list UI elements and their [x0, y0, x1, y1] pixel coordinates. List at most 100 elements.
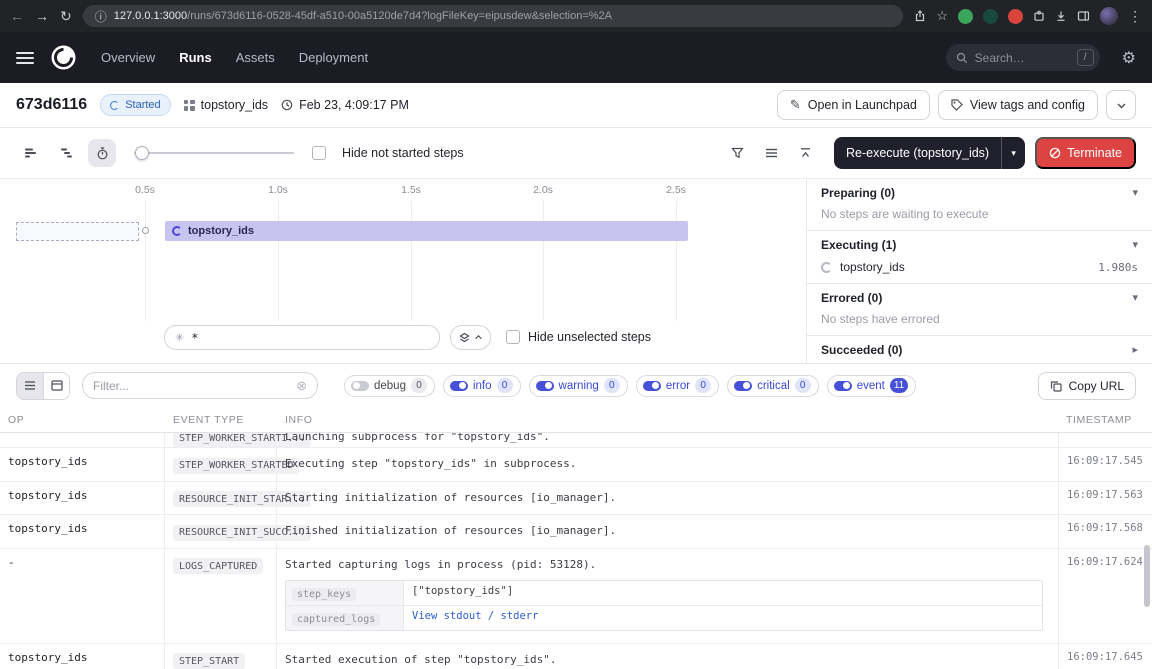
- level-filter-debug[interactable]: debug0: [344, 375, 435, 397]
- selector-syntax-icon: ✳: [175, 331, 184, 344]
- global-search[interactable]: /: [946, 44, 1100, 71]
- spinner-icon: [821, 262, 832, 273]
- step-selector-input[interactable]: ✳: [164, 325, 440, 350]
- reexecute-split-button[interactable]: Re-execute (topstory_ids) ▾: [834, 137, 1025, 169]
- level-filter-error[interactable]: error0: [636, 375, 719, 397]
- zoom-slider[interactable]: [134, 139, 294, 167]
- browser-menu-icon[interactable]: ⋮: [1128, 8, 1142, 25]
- log-row[interactable]: topstory_idsSTEP_WORKER_STARTEDExecuting…: [0, 448, 1152, 482]
- step-filter-input[interactable]: [191, 331, 429, 345]
- layers-icon: [459, 332, 470, 343]
- raw-log-view-button[interactable]: [43, 373, 69, 399]
- level-filter-critical[interactable]: critical0: [727, 375, 819, 397]
- level-filter-info[interactable]: info0: [443, 375, 521, 397]
- job-name-chip[interactable]: topstory_ids: [184, 98, 268, 112]
- chevron-right-icon: ▸: [1132, 343, 1138, 356]
- collapse-all-icon[interactable]: [792, 139, 820, 167]
- gantt-timed-view-button[interactable]: [88, 139, 116, 167]
- log-table-body: STEP_WORKER_STARTI...Launching subproces…: [0, 433, 1152, 669]
- extensions-puzzle-icon[interactable]: [1033, 10, 1045, 22]
- log-row[interactable]: topstory_idsRESOURCE_INIT_STAR...Startin…: [0, 482, 1152, 516]
- hide-not-started-checkbox[interactable]: [312, 146, 326, 160]
- log-op-cell: topstory_ids: [0, 644, 165, 669]
- log-filter-input-wrap[interactable]: ⊗: [82, 372, 318, 399]
- status-section-header[interactable]: Succeeded (0)▸: [807, 336, 1152, 363]
- share-icon[interactable]: [914, 10, 926, 22]
- stdout-stderr-link[interactable]: View stdout / stderr: [404, 606, 1042, 630]
- status-section-header[interactable]: Preparing (0)▾: [807, 179, 1152, 206]
- metadata-key-chip: captured_logs: [292, 613, 380, 626]
- open-in-launchpad-button[interactable]: ✎ Open in Launchpad: [777, 90, 930, 120]
- count-badge: 0: [411, 378, 427, 393]
- status-section-header[interactable]: Errored (0)▾: [807, 284, 1152, 311]
- nav-item-assets[interactable]: Assets: [236, 50, 275, 65]
- log-row[interactable]: -LOGS_CAPTUREDStarted capturing logs in …: [0, 549, 1152, 644]
- log-event-type-cell: STEP_WORKER_STARTED: [165, 448, 277, 481]
- dagster-logo[interactable]: [50, 44, 77, 71]
- structured-log-view-button[interactable]: [17, 373, 43, 399]
- row-view-icon[interactable]: [758, 139, 786, 167]
- settings-gear-icon[interactable]: ⚙: [1122, 48, 1136, 68]
- nav-items: Overview Runs Assets Deployment: [101, 50, 368, 65]
- status-section: Succeeded (0)▸: [807, 336, 1152, 363]
- gantt-toolbar: Hide not started steps Re-execute (topst…: [0, 128, 1152, 178]
- downloads-icon[interactable]: [1055, 10, 1067, 22]
- site-info-icon[interactable]: ⓘ: [95, 8, 107, 25]
- minimap-viewport[interactable]: [16, 222, 139, 241]
- extension-icon-red[interactable]: [1008, 9, 1023, 24]
- slider-knob[interactable]: [135, 146, 149, 160]
- count-badge: 0: [604, 378, 620, 393]
- executing-step-row[interactable]: topstory_ids1.980s: [807, 258, 1152, 283]
- reexecute-button[interactable]: Re-execute (topstory_ids): [834, 137, 1001, 169]
- run-actions-dropdown-button[interactable]: [1106, 90, 1136, 120]
- toggle-icon: [450, 381, 468, 391]
- log-scrollbar-thumb[interactable]: [1144, 545, 1150, 607]
- gantt-gridline: [543, 201, 544, 321]
- search-input[interactable]: [975, 51, 1070, 65]
- gantt-flat-view-button[interactable]: [16, 139, 44, 167]
- profile-avatar[interactable]: [1100, 7, 1118, 25]
- nav-item-overview[interactable]: Overview: [101, 50, 155, 65]
- graph-options-button[interactable]: [450, 325, 491, 350]
- hide-unselected-checkbox[interactable]: [506, 330, 520, 344]
- copy-url-button[interactable]: Copy URL: [1038, 372, 1136, 400]
- chevron-down-icon: [1116, 100, 1127, 111]
- log-row[interactable]: STEP_WORKER_STARTI...Launching subproces…: [0, 433, 1152, 448]
- job-grid-icon: [184, 100, 195, 111]
- filter-funnel-icon[interactable]: [724, 139, 752, 167]
- step-status-panel: Preparing (0)▾No steps are waiting to ex…: [806, 179, 1152, 363]
- url-bar[interactable]: ⓘ 127.0.0.1:3000/runs/673d6116-0528-45df…: [83, 5, 904, 27]
- back-icon[interactable]: ←: [10, 8, 24, 24]
- gantt-step-bar[interactable]: topstory_ids: [165, 221, 688, 241]
- log-row[interactable]: topstory_idsRESOURCE_INIT_SUCC...Finishe…: [0, 515, 1152, 549]
- level-filter-event[interactable]: event11: [827, 375, 917, 397]
- log-op-cell: topstory_ids: [0, 482, 165, 515]
- log-timestamp-cell: [1058, 433, 1152, 448]
- metadata-row: captured_logs View stdout / stderr: [286, 606, 1042, 630]
- forward-icon[interactable]: →: [35, 8, 49, 24]
- extension-icon-dark[interactable]: [983, 9, 998, 24]
- log-view-toggle: [16, 372, 70, 400]
- run-main-split: topstory_ids ✳ Hide unselected steps 0.5…: [0, 178, 1152, 363]
- gantt-axis-label: 1.0s: [268, 184, 288, 196]
- gantt-gridline: [145, 201, 146, 321]
- terminate-button[interactable]: Terminate: [1035, 137, 1136, 169]
- bookmark-star-icon[interactable]: ☆: [936, 8, 948, 24]
- gantt-waterfall-view-button[interactable]: [52, 139, 80, 167]
- side-panel-icon[interactable]: [1077, 10, 1090, 22]
- level-filter-warning[interactable]: warning0: [529, 375, 628, 397]
- log-filter-input[interactable]: [93, 379, 288, 393]
- view-tags-config-button[interactable]: View tags and config: [938, 90, 1098, 120]
- reload-icon[interactable]: ↻: [60, 8, 72, 25]
- log-row[interactable]: topstory_idsSTEP_STARTStarted execution …: [0, 644, 1152, 669]
- hamburger-menu-icon[interactable]: [16, 52, 34, 64]
- extension-icon-green[interactable]: [958, 9, 973, 24]
- status-empty-text: No steps have errored: [807, 311, 1152, 335]
- reexecute-dropdown-arrow[interactable]: ▾: [1001, 137, 1025, 169]
- clear-filter-icon[interactable]: ⊗: [296, 378, 307, 394]
- nav-item-runs[interactable]: Runs: [179, 50, 212, 65]
- status-section-header[interactable]: Executing (1)▾: [807, 231, 1152, 258]
- nav-item-deployment[interactable]: Deployment: [299, 50, 368, 65]
- spinner-icon: [172, 226, 182, 236]
- count-badge: 0: [695, 378, 711, 393]
